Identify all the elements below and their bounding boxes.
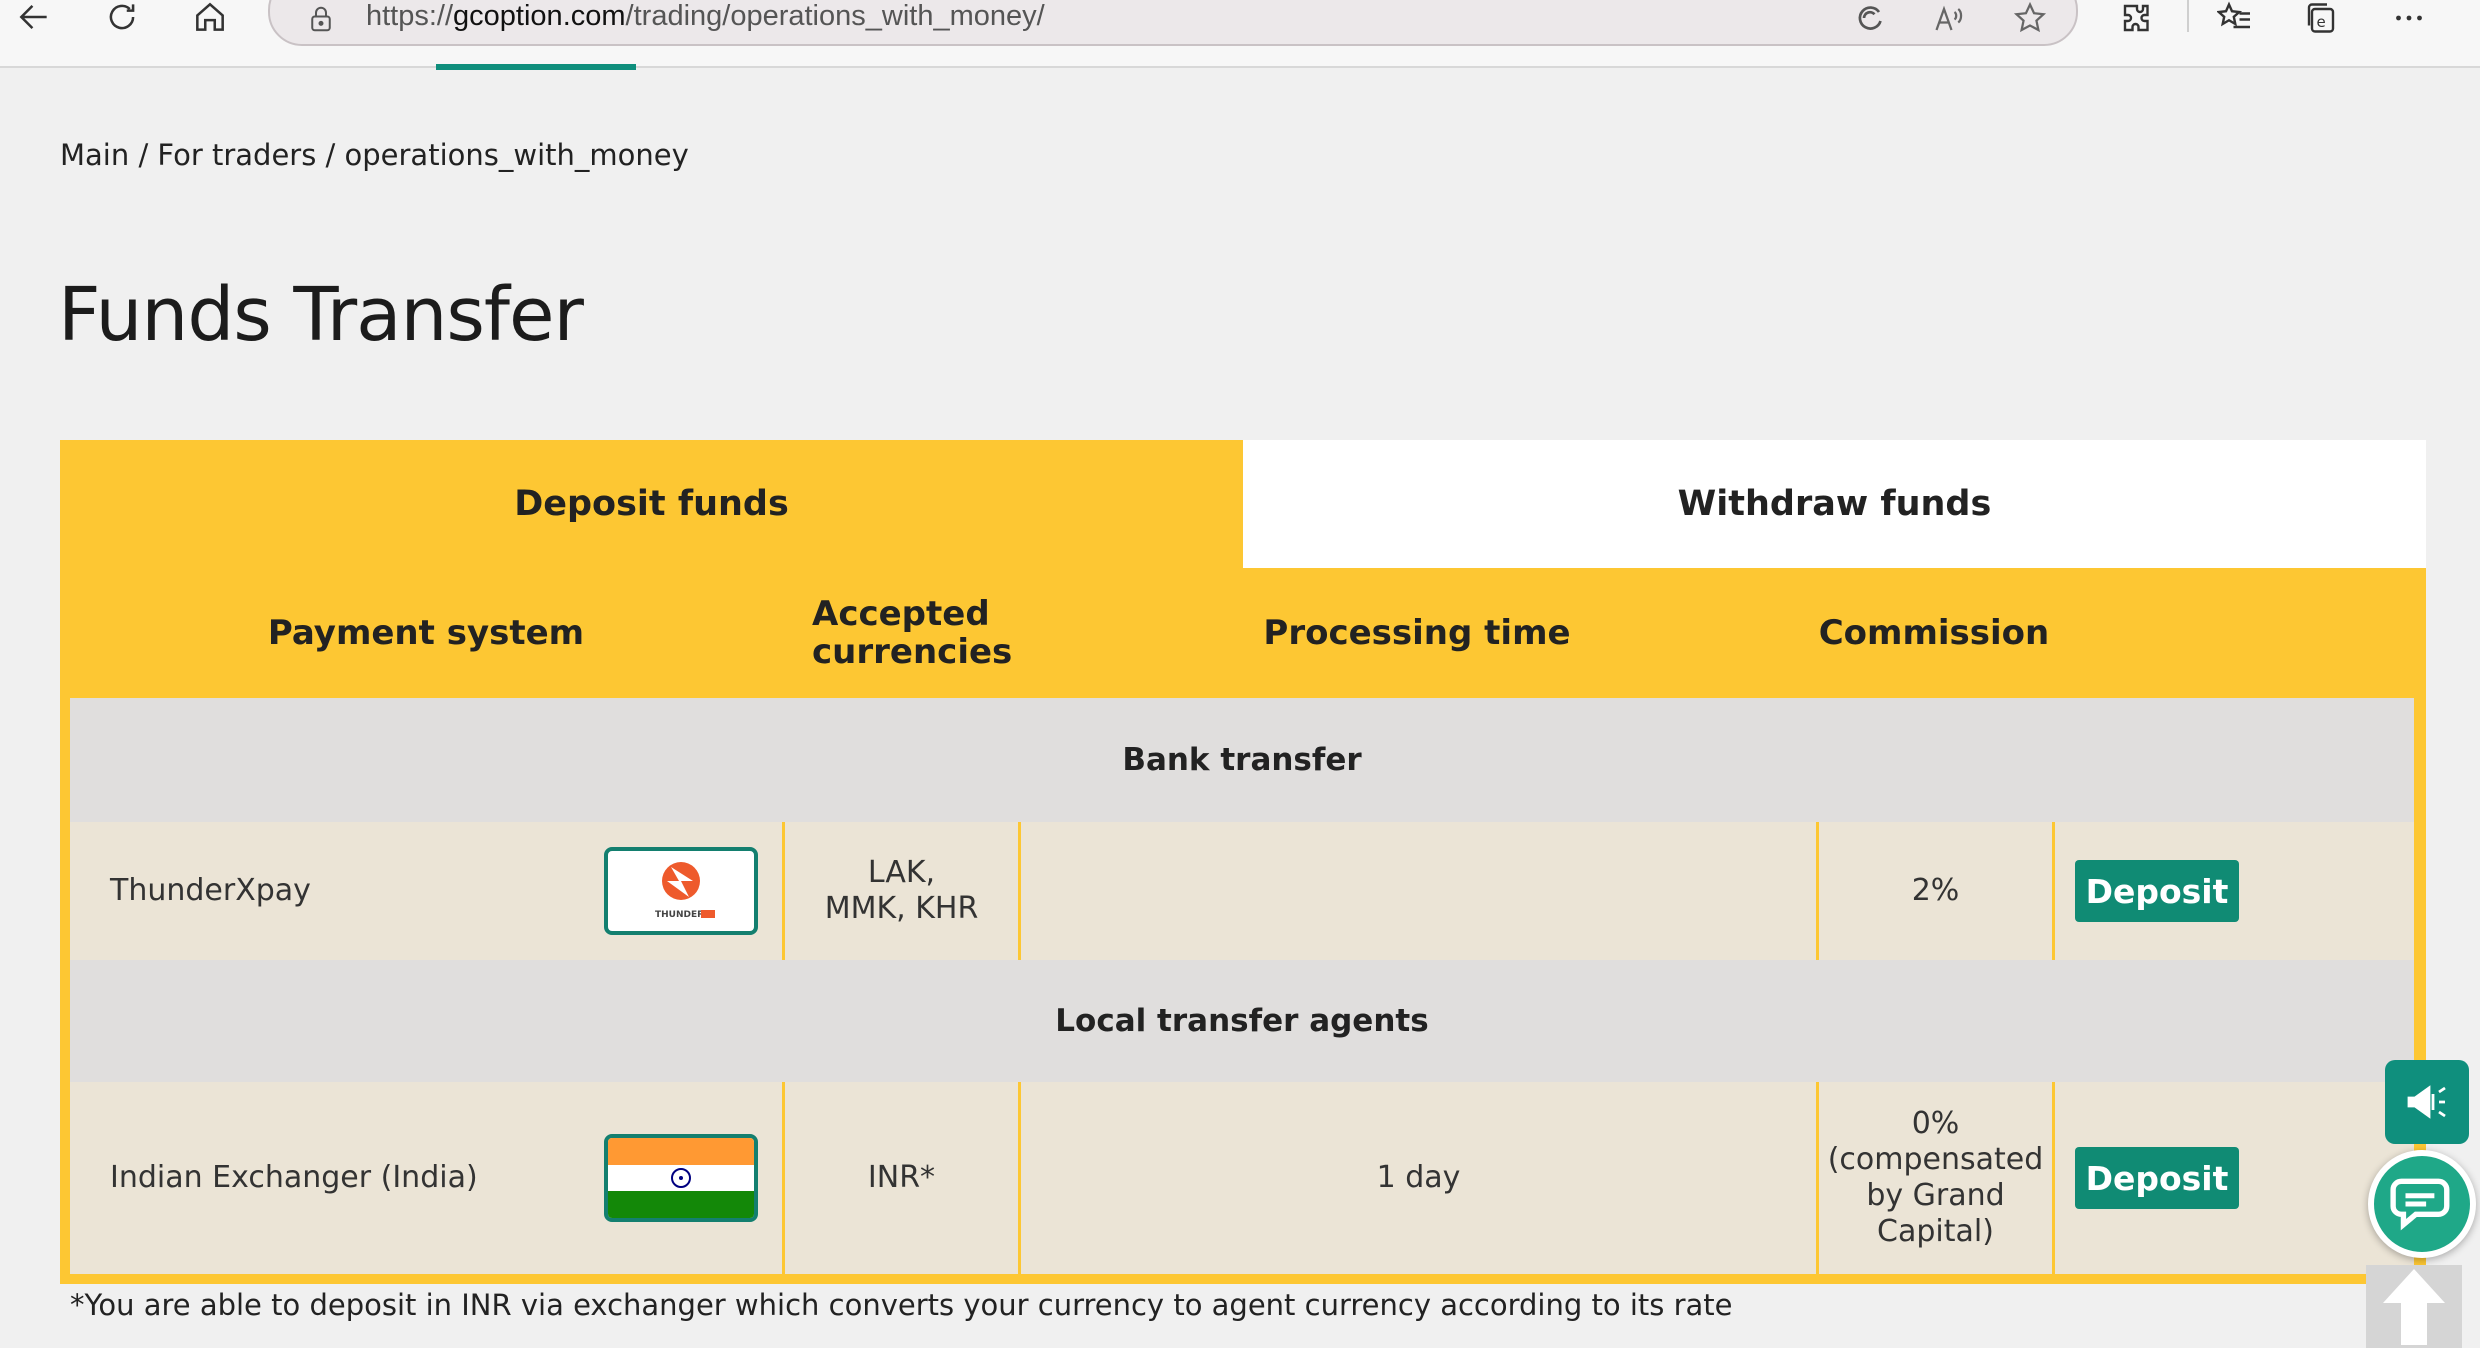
back-icon[interactable]: [10, 0, 58, 34]
currencies-cell: LAK, MMK, KHR: [782, 822, 1018, 960]
header-processing-time: Processing time: [1263, 613, 1571, 653]
action-cell: Deposit: [2052, 822, 2414, 960]
url-text: https://gcoption.com/trading/operations_…: [366, 0, 1045, 32]
section-bank-transfer: Bank transfer: [70, 698, 2414, 822]
toolbar-separator: [2187, 0, 2189, 32]
read-aloud-icon[interactable]: [1928, 0, 1972, 36]
collections-icon[interactable]: e: [2296, 0, 2346, 36]
deposit-button[interactable]: Deposit: [2075, 1147, 2239, 1209]
payment-system-name: ThunderXpay: [110, 873, 311, 908]
tab-withdraw-funds[interactable]: Withdraw funds: [1243, 440, 2426, 568]
funds-tabs: Deposit funds Withdraw funds: [60, 440, 2426, 568]
address-bar[interactable]: https://gcoption.com/trading/operations_…: [268, 0, 2078, 46]
thunderxpay-logo: THUNDERX: [604, 847, 758, 935]
announcement-button[interactable]: [2385, 1060, 2469, 1144]
more-options-icon[interactable]: [2384, 0, 2434, 36]
megaphone-icon: [2407, 1085, 2446, 1119]
refresh-icon[interactable]: [98, 0, 146, 34]
processing-time-cell: [1018, 822, 1816, 960]
payment-system-name: Indian Exchanger (India): [110, 1160, 478, 1195]
footnote: *You are able to deposit in INR via exch…: [70, 1288, 1733, 1322]
header-commission: Commission: [1818, 613, 2050, 653]
section-local-transfer-agents: Local transfer agents: [70, 960, 2414, 1082]
tab-deposit-funds[interactable]: Deposit funds: [60, 440, 1243, 568]
home-icon[interactable]: [186, 0, 234, 34]
live-chat-button[interactable]: [2368, 1150, 2476, 1258]
processing-time-cell: 1 day: [1018, 1082, 1816, 1274]
browser-toolbar: https://gcoption.com/trading/operations_…: [0, 0, 2480, 70]
active-tab-indicator: [436, 64, 636, 70]
header-accepted-currencies: Accepted currencies: [812, 594, 1013, 672]
chat-bubbles-icon: [2390, 1178, 2450, 1231]
arrow-up-icon: [2383, 1269, 2445, 1345]
payment-table: Payment system Accepted currencies Proce…: [60, 568, 2426, 1284]
extensions-icon[interactable]: [2112, 0, 2162, 36]
currencies-cell: INR*: [782, 1082, 1018, 1274]
payment-system-cell: ThunderXpay THUNDERX: [70, 822, 782, 960]
table-row: Indian Exchanger (India) INR* 1 day 0% (…: [70, 1082, 2414, 1274]
browser-essentials-icon[interactable]: [1848, 0, 1892, 36]
deposit-button[interactable]: Deposit: [2075, 860, 2239, 922]
scroll-to-top-button[interactable]: [2366, 1265, 2462, 1348]
svg-text:e: e: [2317, 13, 2326, 31]
commission-cell: 0% (compensated by Grand Capital): [1816, 1082, 2052, 1274]
commission-cell: 2%: [1816, 822, 2052, 960]
header-payment-system: Payment system: [267, 613, 585, 653]
lock-icon: [311, 6, 331, 32]
table-header-row: Payment system Accepted currencies Proce…: [70, 568, 2414, 698]
favorites-list-icon[interactable]: [2210, 0, 2260, 36]
breadcrumb[interactable]: Main / For traders / operations_with_mon…: [60, 138, 689, 172]
page-title: Funds Transfer: [58, 272, 584, 358]
india-flag: [604, 1134, 758, 1222]
action-cell: Deposit: [2052, 1082, 2414, 1274]
favorite-star-icon[interactable]: [2008, 0, 2052, 36]
payment-system-cell: Indian Exchanger (India): [70, 1082, 782, 1274]
table-row: ThunderXpay THUNDERX LAK, MMK, KHR 2% De…: [70, 822, 2414, 960]
